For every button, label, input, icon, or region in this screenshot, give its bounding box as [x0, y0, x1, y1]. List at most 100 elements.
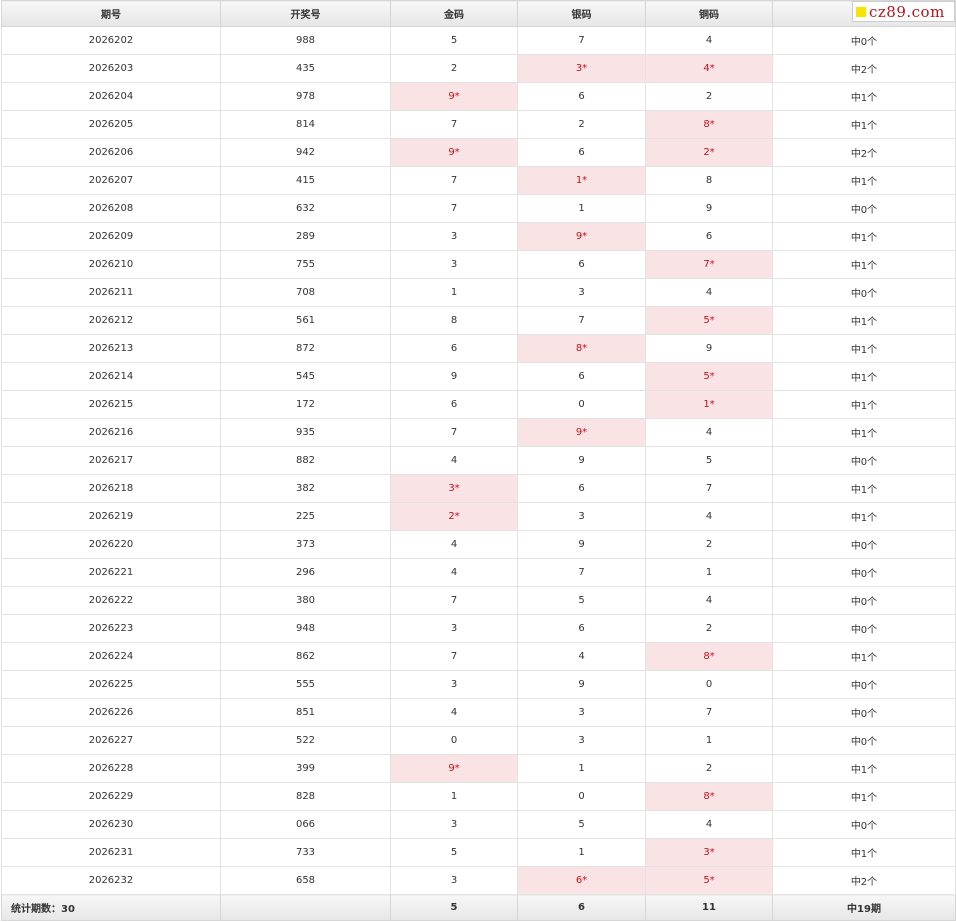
header-silver-code: 银码 — [517, 0, 646, 27]
cell-gold-code: 7 — [390, 642, 518, 671]
cell-winning-number: 415 — [220, 166, 391, 195]
cell-result: 中1个 — [772, 110, 956, 139]
cell-silver-code: 1 — [517, 754, 646, 783]
cell-gold-code: 7 — [390, 194, 518, 223]
cell-silver-code: 1 — [517, 838, 646, 867]
cell-result: 中2个 — [772, 866, 956, 895]
cell-bronze-code: 8* — [645, 110, 773, 139]
cell-gold-code: 4 — [390, 558, 518, 587]
cell-bronze-code: 2 — [645, 754, 773, 783]
cell-silver-code: 9 — [517, 530, 646, 559]
cell-issue: 2026224 — [1, 642, 221, 671]
cell-bronze-code: 5* — [645, 866, 773, 895]
cell-silver-code: 6 — [517, 474, 646, 503]
table-row: 2026214 545 9 6 5* 中1个 — [1, 362, 956, 391]
cell-issue: 2026210 — [1, 250, 221, 279]
cell-winning-number: 373 — [220, 530, 391, 559]
summary-count: 统计期数：30 — [1, 894, 221, 921]
header-bronze-code: 铜码 — [645, 0, 773, 27]
table-row: 2026203 435 2 3* 4* 中2个 — [1, 54, 956, 83]
summary-silver-hits: 6 — [517, 894, 646, 921]
logo-text: cz89.com — [869, 2, 945, 21]
cell-winning-number: 708 — [220, 278, 391, 307]
cell-gold-code: 3 — [390, 810, 518, 839]
cell-result: 中1个 — [772, 306, 956, 335]
cell-winning-number: 755 — [220, 250, 391, 279]
cell-result: 中1个 — [772, 502, 956, 531]
cell-bronze-code: 4 — [645, 418, 773, 447]
cell-gold-code: 7 — [390, 418, 518, 447]
table-row: 2026226 851 4 3 7 中0个 — [1, 698, 956, 727]
cell-winning-number: 658 — [220, 866, 391, 895]
cell-silver-code: 7 — [517, 558, 646, 587]
cell-silver-code: 4 — [517, 642, 646, 671]
cell-silver-code: 5 — [517, 586, 646, 615]
cell-result: 中2个 — [772, 54, 956, 83]
cell-gold-code: 7 — [390, 586, 518, 615]
cell-bronze-code: 2 — [645, 530, 773, 559]
table-row: 2026219 225 2* 3 4 中1个 — [1, 502, 956, 531]
cell-result: 中0个 — [772, 586, 956, 615]
cell-bronze-code: 4 — [645, 586, 773, 615]
logo-square-icon — [856, 6, 866, 17]
cell-silver-code: 0 — [517, 782, 646, 811]
cell-bronze-code: 2* — [645, 138, 773, 167]
lottery-results-table: 期号 开奖号 金码 银码 铜码 2026202 988 5 7 4 中0个 2026203 4… — [1, 0, 956, 921]
summary-gold-hits: 5 — [390, 894, 518, 921]
cell-result: 中1个 — [772, 362, 956, 391]
table-row: 2026213 872 6 8* 9 中1个 — [1, 334, 956, 363]
cell-gold-code: 7 — [390, 166, 518, 195]
cell-result: 中1个 — [772, 82, 956, 111]
summary-bronze-hits: 11 — [645, 894, 773, 921]
cell-issue: 2026204 — [1, 82, 221, 111]
table-row: 2026221 296 4 7 1 中0个 — [1, 558, 956, 587]
cell-gold-code: 4 — [390, 530, 518, 559]
page: 期号 开奖号 金码 银码 铜码 2026202 988 5 7 4 中0个 2026203 4… — [0, 0, 956, 922]
cell-winning-number: 978 — [220, 82, 391, 111]
cell-gold-code: 3 — [390, 866, 518, 895]
cell-issue: 2026226 — [1, 698, 221, 727]
cell-issue: 2026220 — [1, 530, 221, 559]
summary-result: 中19期 — [772, 894, 956, 921]
table-row: 2026217 882 4 9 5 中0个 — [1, 446, 956, 475]
cell-bronze-code: 4 — [645, 278, 773, 307]
cell-silver-code: 2 — [517, 110, 646, 139]
cell-issue: 2026209 — [1, 222, 221, 251]
cell-silver-code: 5 — [517, 810, 646, 839]
cell-bronze-code: 1 — [645, 558, 773, 587]
cell-issue: 2026205 — [1, 110, 221, 139]
table-row: 2026224 862 7 4 8* 中1个 — [1, 642, 956, 671]
cell-winning-number: 882 — [220, 446, 391, 475]
cell-winning-number: 382 — [220, 474, 391, 503]
cell-silver-code: 3* — [517, 54, 646, 83]
cell-issue: 2026207 — [1, 166, 221, 195]
cell-result: 中0个 — [772, 278, 956, 307]
table-row: 2026206 942 9* 6 2* 中2个 — [1, 138, 956, 167]
cell-gold-code: 9* — [390, 82, 518, 111]
table-row: 2026207 415 7 1* 8 中1个 — [1, 166, 956, 195]
cell-issue: 2026202 — [1, 26, 221, 55]
cell-result: 中0个 — [772, 446, 956, 475]
table-row: 2026225 555 3 9 0 中0个 — [1, 670, 956, 699]
table-row: 2026216 935 7 9* 4 中1个 — [1, 418, 956, 447]
cell-issue: 2026231 — [1, 838, 221, 867]
cell-winning-number: 225 — [220, 502, 391, 531]
cell-silver-code: 3 — [517, 502, 646, 531]
table-row: 2026210 755 3 6 7* 中1个 — [1, 250, 956, 279]
cell-bronze-code: 7* — [645, 250, 773, 279]
cell-winning-number: 380 — [220, 586, 391, 615]
table-row: 2026218 382 3* 6 7 中1个 — [1, 474, 956, 503]
cell-result: 中1个 — [772, 754, 956, 783]
table-footer: 统计期数：30 5 6 11 中19期 — [1, 894, 956, 921]
cell-issue: 2026221 — [1, 558, 221, 587]
site-watermark-logo: cz89.com — [852, 1, 955, 22]
cell-silver-code: 7 — [517, 26, 646, 55]
cell-winning-number: 066 — [220, 810, 391, 839]
table-row: 2026229 828 1 0 8* 中1个 — [1, 782, 956, 811]
cell-gold-code: 8 — [390, 306, 518, 335]
cell-winning-number: 399 — [220, 754, 391, 783]
header-row: 期号 开奖号 金码 银码 铜码 — [1, 0, 956, 27]
cell-gold-code: 1 — [390, 278, 518, 307]
cell-gold-code: 4 — [390, 446, 518, 475]
cell-winning-number: 632 — [220, 194, 391, 223]
